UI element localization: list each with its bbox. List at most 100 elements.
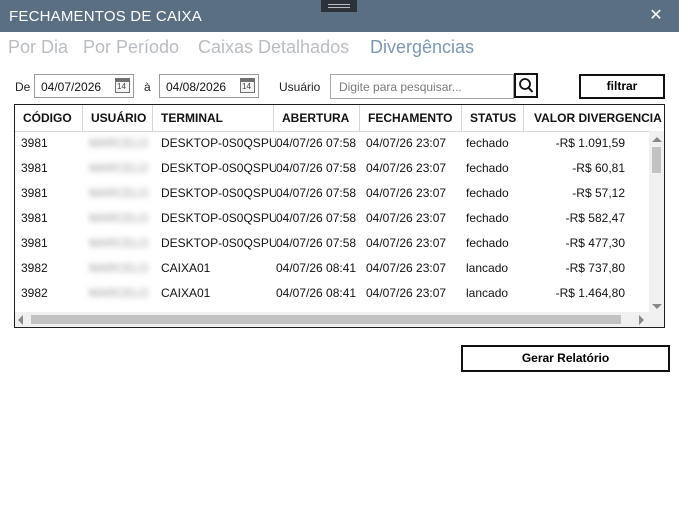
table-row[interactable]: 3982 MARCELO CAIXA01 04/07/26 08:41 04/0… (15, 256, 649, 281)
column-header-valor-divergencia[interactable]: VALOR DIVERGENCIA (524, 105, 664, 131)
cell-valor: -R$ 57,12 (572, 186, 625, 200)
tab-por-dia[interactable]: Por Dia (8, 37, 68, 58)
cell-usuario: MARCELO (83, 156, 153, 181)
column-header-codigo[interactable]: CÓDIGO (15, 105, 83, 131)
user-search-input[interactable] (330, 74, 514, 99)
column-header-status[interactable]: STATUS (462, 105, 524, 131)
drag-handle[interactable] (321, 0, 357, 12)
cell-fechamento: 04/07/26 23:07 (366, 261, 447, 275)
horizontal-scroll-thumb[interactable] (31, 315, 621, 324)
from-date-value: 04/07/2026 (41, 80, 102, 94)
cell-abertura: 04/07/26 07:58 (276, 211, 357, 225)
cell-abertura: 04/07/26 07:58 (276, 236, 357, 250)
filter-button[interactable]: filtrar (579, 74, 665, 99)
cell-fechamento: 04/07/26 23:07 (366, 236, 447, 250)
cell-terminal: DESKTOP-0S0QSPU (161, 211, 276, 225)
redacted-user-name: MARCELO (89, 286, 149, 300)
generate-report-button[interactable]: Gerar Relatório (461, 345, 670, 372)
to-separator-label: à (144, 80, 151, 94)
cell-usuario: MARCELO (83, 256, 153, 281)
calendar-icon-day: 14 (242, 82, 251, 91)
cell-status: fechado (466, 211, 509, 225)
scroll-left-arrow-icon[interactable] (18, 315, 23, 325)
cell-usuario: MARCELO (83, 181, 153, 206)
vertical-scroll-thumb[interactable] (652, 147, 661, 173)
cell-abertura: 04/07/26 07:58 (276, 186, 357, 200)
cell-terminal: DESKTOP-0S0QSPU (161, 136, 276, 150)
cell-fechamento: 04/07/26 23:07 (366, 136, 447, 150)
column-header-terminal[interactable]: TERMINAL (153, 105, 274, 131)
tab-divergencias[interactable]: Divergências (370, 37, 474, 58)
cell-codigo: 3981 (21, 236, 48, 250)
cell-status: fechado (466, 161, 509, 175)
cell-fechamento: 04/07/26 23:07 (366, 186, 447, 200)
cell-terminal: DESKTOP-0S0QSPU (161, 161, 276, 175)
from-date-picker[interactable]: 04/07/2026 14 (34, 74, 134, 98)
cell-usuario: MARCELO (83, 231, 153, 256)
table-row[interactable]: 3981 MARCELO DESKTOP-0S0QSPU 04/07/26 07… (15, 181, 649, 206)
cell-terminal: CAIXA01 (161, 286, 211, 300)
cell-valor: -R$ 737,80 (565, 261, 625, 275)
from-label: De (15, 80, 31, 94)
divergences-table: CÓDIGO USUÁRIO TERMINAL ABERTURA FECHAME… (14, 104, 665, 328)
redacted-user-name: MARCELO (89, 236, 149, 250)
calendar-icon[interactable]: 14 (115, 78, 130, 93)
redacted-user-name: MARCELO (89, 136, 149, 150)
cell-status: fechado (466, 186, 509, 200)
tab-por-periodo[interactable]: Por Período (83, 37, 179, 58)
table-row[interactable]: 3981 MARCELO DESKTOP-0S0QSPU 04/07/26 07… (15, 131, 649, 156)
cell-fechamento: 04/07/26 23:07 (366, 161, 447, 175)
cell-terminal: DESKTOP-0S0QSPU (161, 186, 276, 200)
table-row[interactable]: 3982 MARCELO CAIXA01 04/07/26 08:41 04/0… (15, 281, 649, 306)
cell-valor: -R$ 582,47 (565, 211, 625, 225)
search-icon (519, 78, 534, 93)
cell-codigo: 3981 (21, 186, 48, 200)
user-label: Usuário (279, 80, 321, 94)
cell-valor: -R$ 1.464,80 (555, 286, 625, 300)
title-bar: FECHAMENTOS DE CAIXA ✕ (0, 0, 679, 32)
cell-status: fechado (466, 136, 509, 150)
search-button[interactable] (514, 73, 538, 98)
table-row[interactable]: 3981 MARCELO DESKTOP-0S0QSPU 04/07/26 07… (15, 231, 649, 256)
window-title: FECHAMENTOS DE CAIXA (9, 8, 202, 25)
tab-caixas-detalhados[interactable]: Caixas Detalhados (198, 37, 349, 58)
cell-terminal: CAIXA01 (161, 261, 211, 275)
redacted-user-name: MARCELO (89, 186, 149, 200)
cell-valor: -R$ 60,81 (572, 161, 625, 175)
cell-codigo: 3982 (21, 261, 48, 275)
redacted-user-name: MARCELO (89, 211, 149, 225)
calendar-icon-day: 14 (117, 82, 126, 91)
cell-codigo: 3981 (21, 136, 48, 150)
cell-codigo: 3981 (21, 161, 48, 175)
cell-status: lancado (466, 286, 509, 300)
scroll-right-arrow-icon[interactable] (639, 315, 644, 325)
table-header: CÓDIGO USUÁRIO TERMINAL ABERTURA FECHAME… (15, 105, 664, 132)
column-header-fechamento[interactable]: FECHAMENTO (360, 105, 462, 131)
horizontal-scrollbar[interactable] (15, 312, 649, 327)
scroll-up-arrow-icon[interactable] (652, 137, 662, 142)
cell-valor: -R$ 1.091,59 (555, 136, 625, 150)
vertical-scrollbar[interactable] (649, 131, 664, 327)
to-date-value: 04/08/2026 (166, 80, 227, 94)
cell-fechamento: 04/07/26 23:07 (366, 286, 447, 300)
cell-abertura: 04/07/26 08:41 (276, 286, 357, 300)
cell-usuario: MARCELO (83, 206, 153, 231)
scroll-down-arrow-icon[interactable] (652, 304, 662, 309)
redacted-user-name: MARCELO (89, 161, 149, 175)
table-row[interactable]: 3981 MARCELO DESKTOP-0S0QSPU 04/07/26 07… (15, 156, 649, 181)
cell-codigo: 3981 (21, 211, 48, 225)
column-header-usuario[interactable]: USUÁRIO (83, 105, 153, 131)
to-date-picker[interactable]: 04/08/2026 14 (159, 74, 259, 98)
close-button[interactable]: ✕ (646, 6, 666, 26)
cell-terminal: DESKTOP-0S0QSPU (161, 236, 276, 250)
cell-abertura: 04/07/26 08:41 (276, 261, 357, 275)
cell-codigo: 3982 (21, 286, 48, 300)
calendar-icon[interactable]: 14 (240, 78, 255, 93)
table-row[interactable]: 3981 MARCELO DESKTOP-0S0QSPU 04/07/26 07… (15, 206, 649, 231)
cell-valor: -R$ 477,30 (565, 236, 625, 250)
column-header-abertura[interactable]: ABERTURA (274, 105, 360, 131)
cell-status: lancado (466, 261, 509, 275)
cell-abertura: 04/07/26 07:58 (276, 161, 357, 175)
cell-abertura: 04/07/26 07:58 (276, 136, 357, 150)
cell-status: fechado (466, 236, 509, 250)
